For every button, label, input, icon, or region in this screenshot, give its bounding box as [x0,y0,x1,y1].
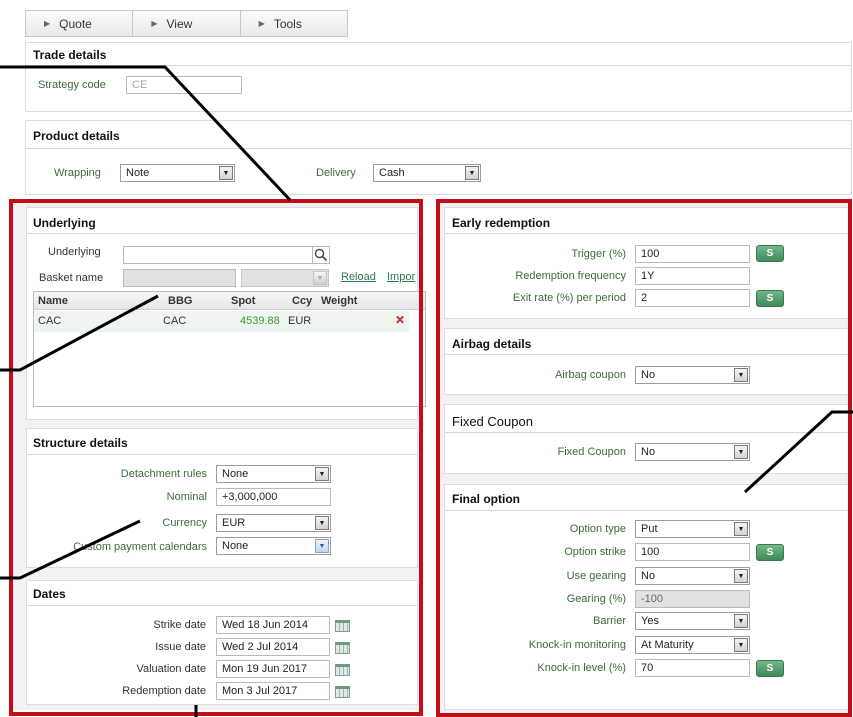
callout-lines [0,65,853,717]
callout-line [0,294,159,372]
callout-line [0,519,141,580]
callout-line [0,65,292,202]
callout-line [743,410,853,494]
